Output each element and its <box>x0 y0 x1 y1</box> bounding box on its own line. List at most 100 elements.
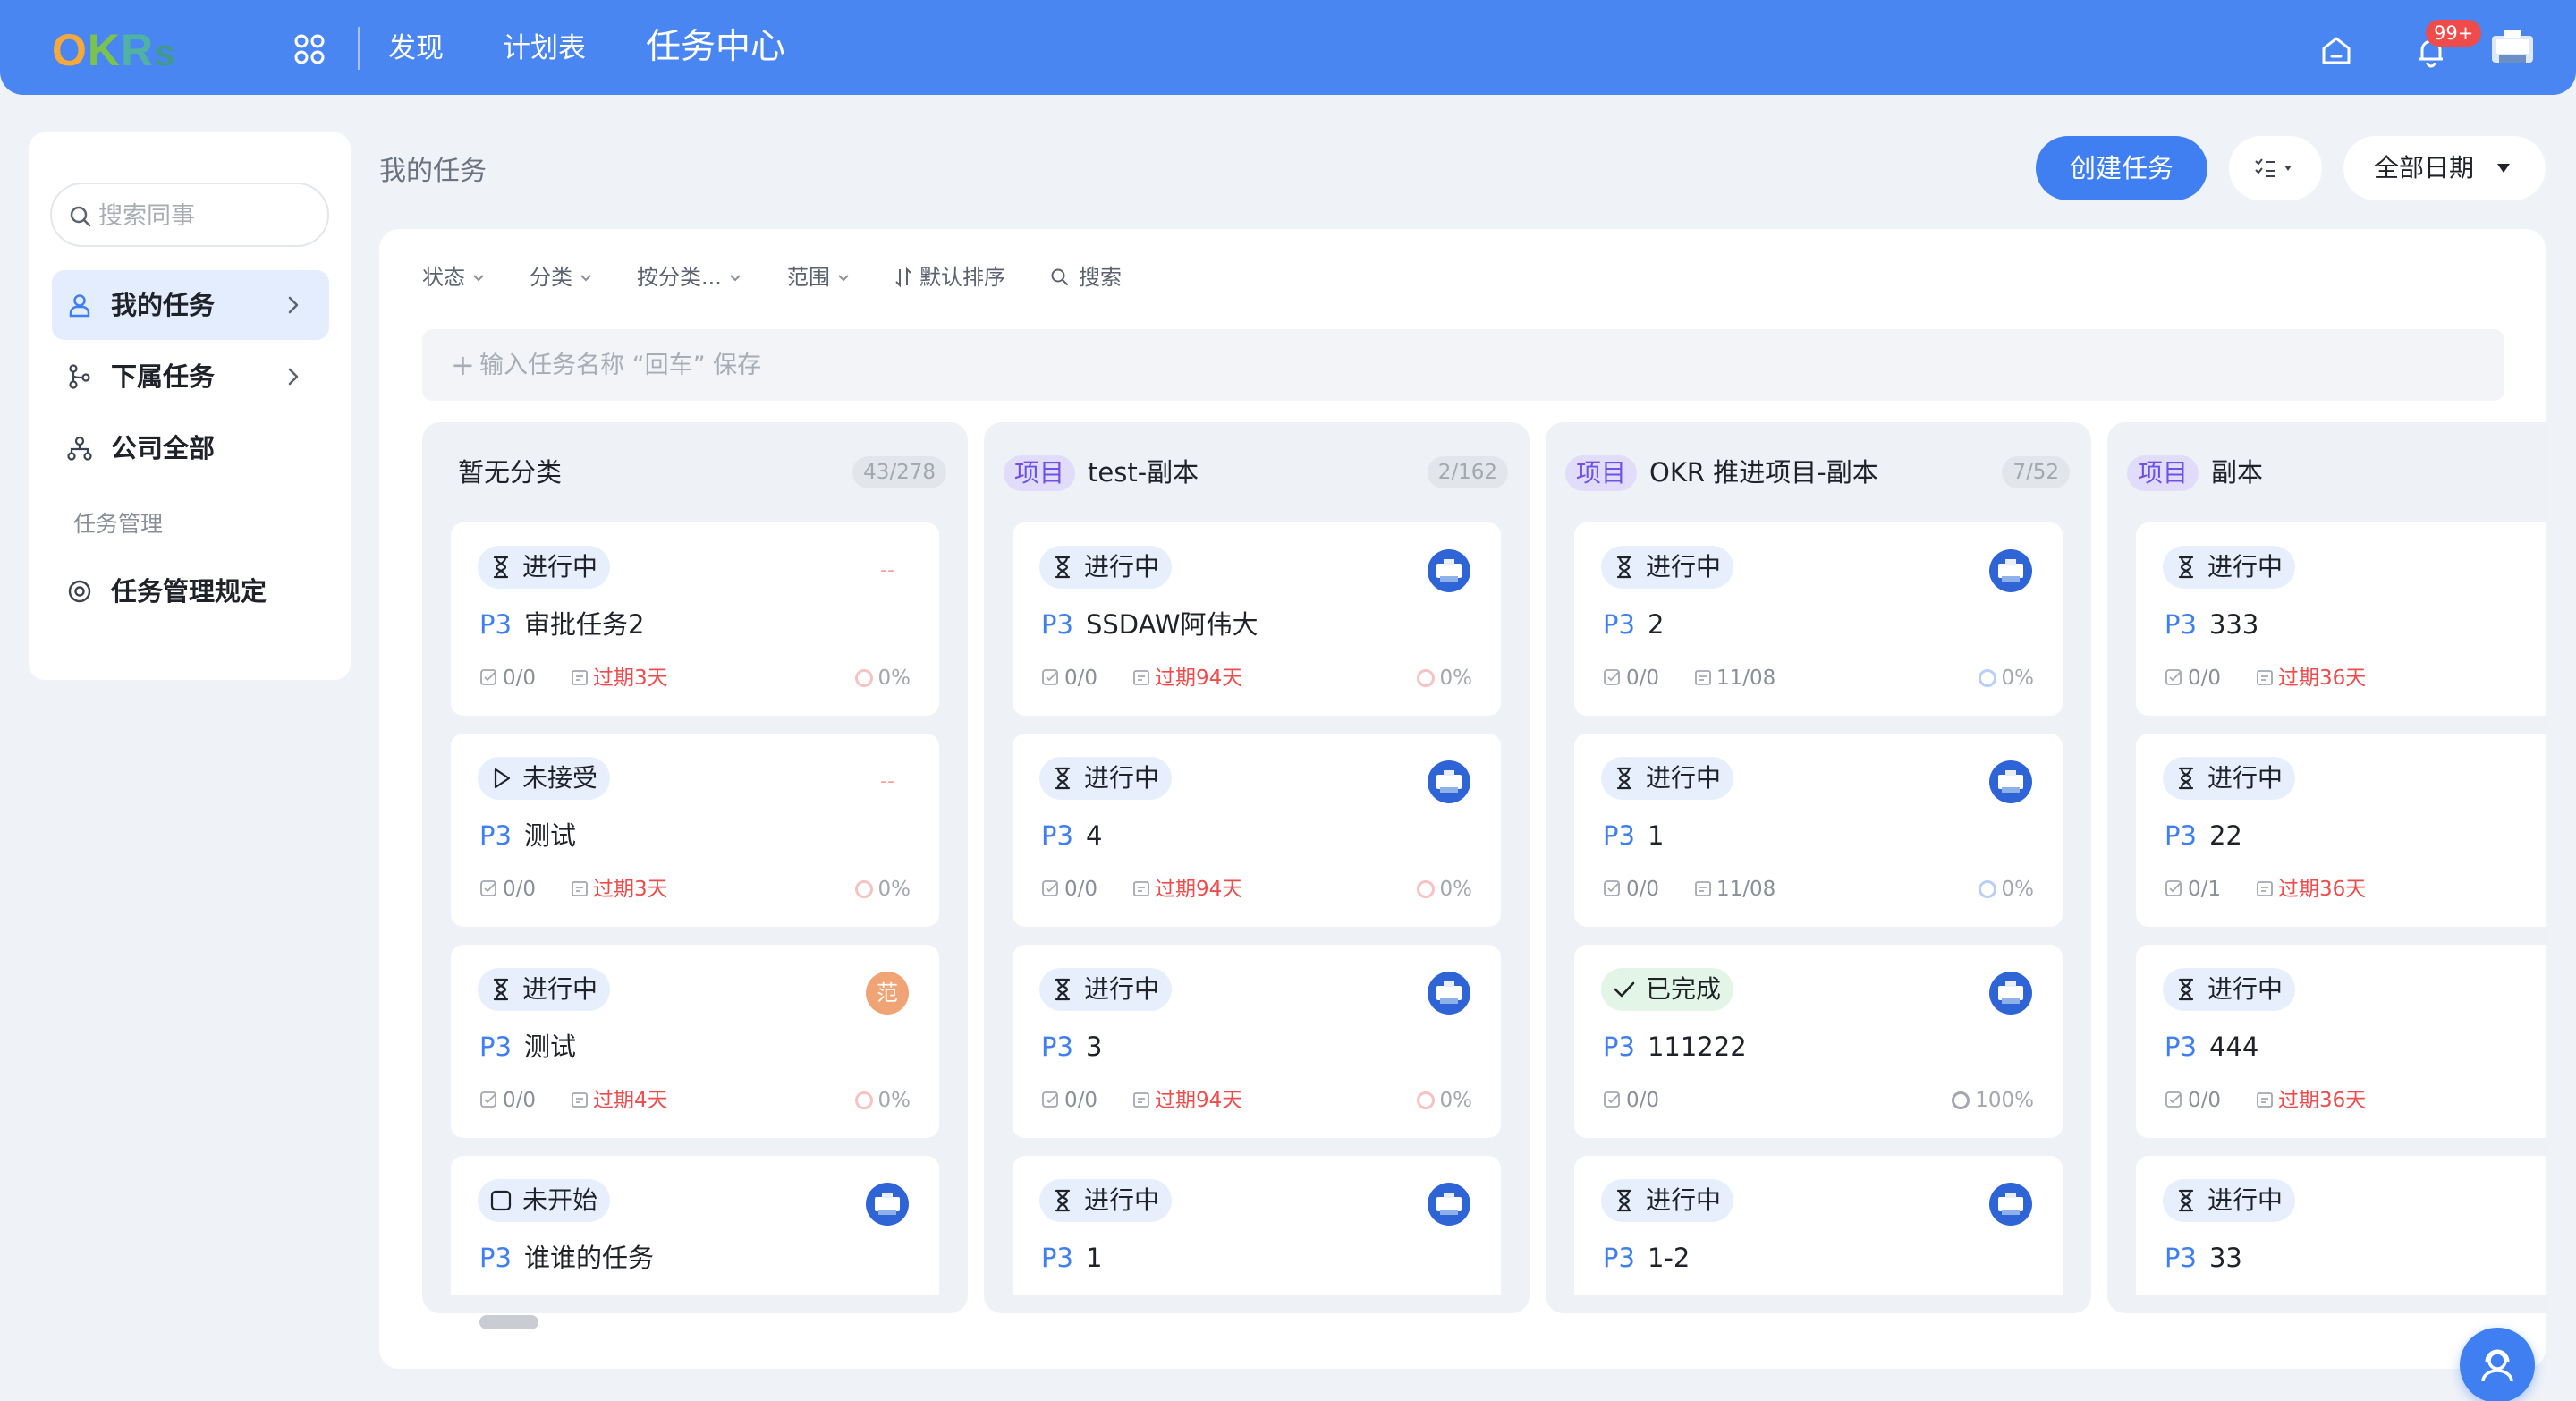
status-badge[interactable]: 进行中 <box>478 546 611 589</box>
assignee-avatar[interactable] <box>866 1183 909 1226</box>
assignee-avatar[interactable] <box>1989 972 2032 1015</box>
status-badge[interactable]: 进行中 <box>2163 968 2296 1011</box>
apps-grid-icon[interactable] <box>292 31 327 67</box>
task-card[interactable]: 进行中 P3 3 0/0 过期94天 0% <box>1013 945 1501 1138</box>
horizontal-scrollbar[interactable] <box>479 1315 538 1329</box>
assignee-avatar[interactable] <box>1428 760 1470 803</box>
status-badge[interactable]: 未开始 <box>478 1179 611 1222</box>
column-header[interactable]: 项目 test-副本 <box>1004 454 1199 491</box>
status-badge[interactable]: 进行中 <box>1601 546 1734 589</box>
home-icon[interactable] <box>2318 32 2354 68</box>
status-badge[interactable]: 进行中 <box>2163 1179 2296 1222</box>
task-card[interactable]: 未接受 -- P3 测试 0/0 过期3天 0% <box>451 734 939 927</box>
task-title[interactable]: P3 1 <box>1041 1240 1102 1276</box>
column-header[interactable]: 项目 OKR 推进项目-副本 <box>1565 454 1878 491</box>
column-header[interactable]: 项目 副本 <box>2127 454 2264 491</box>
view-toggle-button[interactable] <box>2229 136 2322 200</box>
task-title[interactable]: P3 审批任务2 <box>479 607 644 642</box>
assignee-avatar[interactable] <box>1428 549 1470 592</box>
assignee-avatar[interactable] <box>1989 549 2032 592</box>
chevron-down-icon <box>730 275 741 282</box>
task-title[interactable]: P3 22 <box>2165 818 2242 853</box>
assignee-avatar[interactable] <box>1428 972 1470 1015</box>
sidebar-item-my-tasks[interactable]: 我的任务 <box>52 270 329 340</box>
task-title[interactable]: P3 测试 <box>479 818 576 853</box>
colleague-search[interactable] <box>50 183 329 247</box>
assignee-avatar[interactable] <box>1989 760 2032 803</box>
status-badge[interactable]: 进行中 <box>2163 546 2296 589</box>
user-avatar[interactable] <box>2490 27 2535 72</box>
create-task-button[interactable]: 创建任务 <box>2036 136 2207 200</box>
task-card[interactable]: 已完成 P3 111222 0/0 100% <box>1574 945 2063 1138</box>
task-title[interactable]: P3 测试 <box>479 1029 576 1065</box>
task-card[interactable]: 进行中 P3 1 0/0 11/08 0% <box>1574 734 2063 927</box>
task-title[interactable]: P3 1 <box>1603 818 1664 853</box>
nav-discover[interactable]: 发现 <box>388 30 444 66</box>
task-card[interactable]: 进行中 P3 1-2 <box>1574 1156 2063 1295</box>
subtask-icon <box>480 880 496 896</box>
assignee-avatar[interactable] <box>1428 1183 1470 1226</box>
status-badge[interactable]: 已完成 <box>1601 968 1734 1011</box>
nav-task-center[interactable]: 任务中心 <box>646 27 785 68</box>
sidebar-item-company-all[interactable]: 公司全部 <box>52 413 329 483</box>
task-title[interactable]: P3 33 <box>2165 1240 2242 1276</box>
sidebar-item-subordinate-tasks[interactable]: 下属任务 <box>52 342 329 412</box>
task-card[interactable]: 进行中 P3 33 <box>2136 1156 2546 1295</box>
quick-add-input[interactable] <box>479 345 1195 385</box>
okrs-logo[interactable]: OKRs <box>52 25 175 78</box>
task-title[interactable]: P3 SSDAW阿伟大 <box>1041 607 1258 642</box>
subtask-icon <box>1042 669 1058 685</box>
task-card[interactable]: 进行中 -- P3 审批任务2 0/0 过期3天 0% <box>451 522 939 716</box>
status-badge[interactable]: 进行中 <box>478 968 611 1011</box>
nav-schedule[interactable]: 计划表 <box>503 30 586 66</box>
due-date-text: 过期36天 <box>2278 1089 2367 1112</box>
task-card[interactable]: 进行中 P3 22 0/1 过期36天 <box>2136 734 2546 927</box>
task-card[interactable]: 进行中 P3 1 <box>1013 1156 1501 1295</box>
task-title[interactable]: P3 3 <box>1041 1029 1102 1065</box>
colleague-search-input[interactable] <box>98 197 313 234</box>
support-button[interactable] <box>2460 1328 2535 1401</box>
task-title[interactable]: P3 谁谁的任务 <box>479 1240 654 1276</box>
filter-search[interactable]: 搜索 <box>1050 261 1122 293</box>
task-title[interactable]: P3 444 <box>2165 1029 2258 1065</box>
task-card[interactable]: 进行中 P3 2 0/0 11/08 0% <box>1574 522 2063 716</box>
filter-scope[interactable]: 范围 <box>787 261 850 293</box>
sidebar-item-task-rules[interactable]: 任务管理规定 <box>52 556 329 626</box>
task-title[interactable]: P3 111222 <box>1603 1029 1747 1065</box>
status-badge[interactable]: 进行中 <box>1039 1179 1173 1222</box>
assignee-avatar[interactable]: 范 <box>866 972 909 1015</box>
task-title[interactable]: P3 1-2 <box>1603 1240 1690 1276</box>
priority-label: P3 <box>1603 609 1635 640</box>
task-card[interactable]: 未开始 P3 谁谁的任务 <box>451 1156 939 1295</box>
date-filter-dropdown[interactable]: 全部日期 <box>2343 136 2546 200</box>
status-badge[interactable]: 未接受 <box>478 757 611 800</box>
status-badge[interactable]: 进行中 <box>1601 1179 1734 1222</box>
task-title[interactable]: P3 2 <box>1603 607 1664 642</box>
filter-status[interactable]: 状态 <box>422 261 485 293</box>
due-date-text: 过期94天 <box>1155 878 1243 901</box>
unassigned-placeholder[interactable]: -- <box>866 549 909 592</box>
progress-ring-icon <box>854 1091 873 1109</box>
assignee-avatar[interactable] <box>1989 1183 2032 1226</box>
filter-group-by[interactable]: 按分类... <box>637 261 741 293</box>
task-card[interactable]: 进行中 P3 333 0/0 过期36天 <box>2136 522 2546 716</box>
subtask-count: 0/0 <box>503 878 537 901</box>
status-badge[interactable]: 进行中 <box>1039 757 1173 800</box>
subtask-icon <box>480 1091 496 1108</box>
status-badge[interactable]: 进行中 <box>1039 546 1173 589</box>
task-card[interactable]: 进行中 P3 444 0/0 过期36天 <box>2136 945 2546 1138</box>
status-badge[interactable]: 进行中 <box>1039 968 1173 1011</box>
sort-default[interactable]: 默认排序 <box>894 261 1005 293</box>
status-badge[interactable]: 进行中 <box>2163 757 2296 800</box>
filter-category[interactable]: 分类 <box>530 261 592 293</box>
task-card[interactable]: 进行中 P3 SSDAW阿伟大 0/0 过期94天 0% <box>1013 522 1501 716</box>
task-card[interactable]: 进行中 范 P3 测试 0/0 过期4天 0% <box>451 945 939 1138</box>
task-card[interactable]: 进行中 P3 4 0/0 过期94天 0% <box>1013 734 1501 927</box>
unassigned-placeholder[interactable]: -- <box>866 760 909 803</box>
status-badge[interactable]: 进行中 <box>1601 757 1734 800</box>
quick-add-task[interactable]: + <box>422 329 2504 401</box>
column-header[interactable]: 暂无分类 <box>458 454 562 490</box>
task-title[interactable]: P3 4 <box>1041 818 1102 853</box>
column-title: 副本 <box>2211 457 2264 488</box>
task-title[interactable]: P3 333 <box>2165 607 2258 642</box>
